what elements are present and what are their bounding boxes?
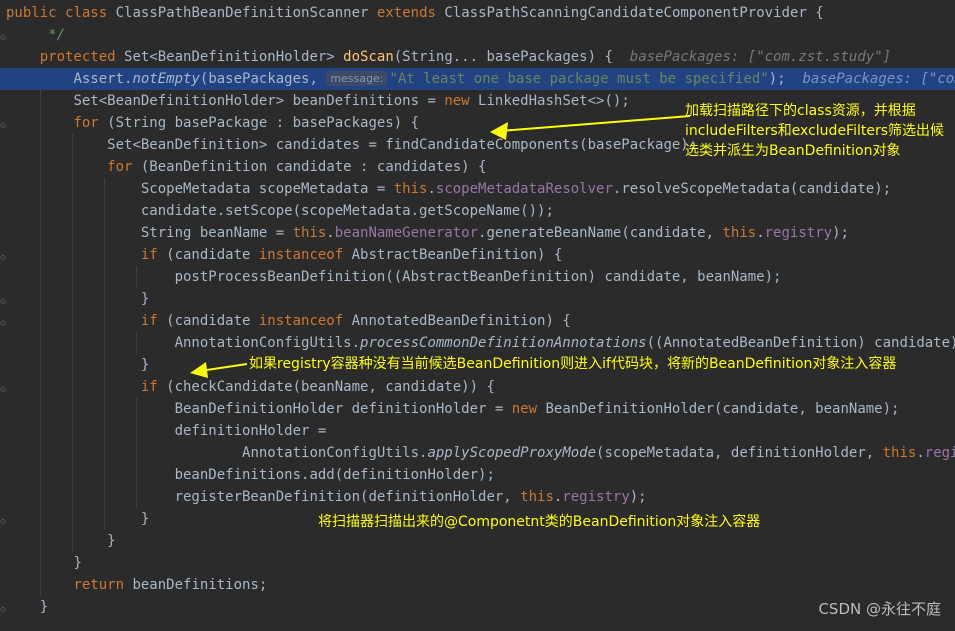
annotation-arrows: [190, 115, 691, 378]
annotation-arrow-1: [499, 115, 691, 132]
annotation-arrowhead-1: [490, 122, 508, 140]
annotation-arrowhead-2: [190, 362, 208, 378]
annotation-text-3: 将扫描器扫描出来的@Componetnt类的BeanDefinition对象注入…: [318, 514, 761, 530]
watermark: CSDN @永往不庭: [818, 600, 941, 618]
annotation-text-2: 如果registry容器种没有当前候选BeanDefinition则进入if代码…: [249, 356, 897, 372]
annotation-arrow-2: [199, 363, 248, 372]
annotation-text-1: 加载扫描路径下的class资源，并根据 includeFilters和exclu…: [685, 103, 945, 159]
